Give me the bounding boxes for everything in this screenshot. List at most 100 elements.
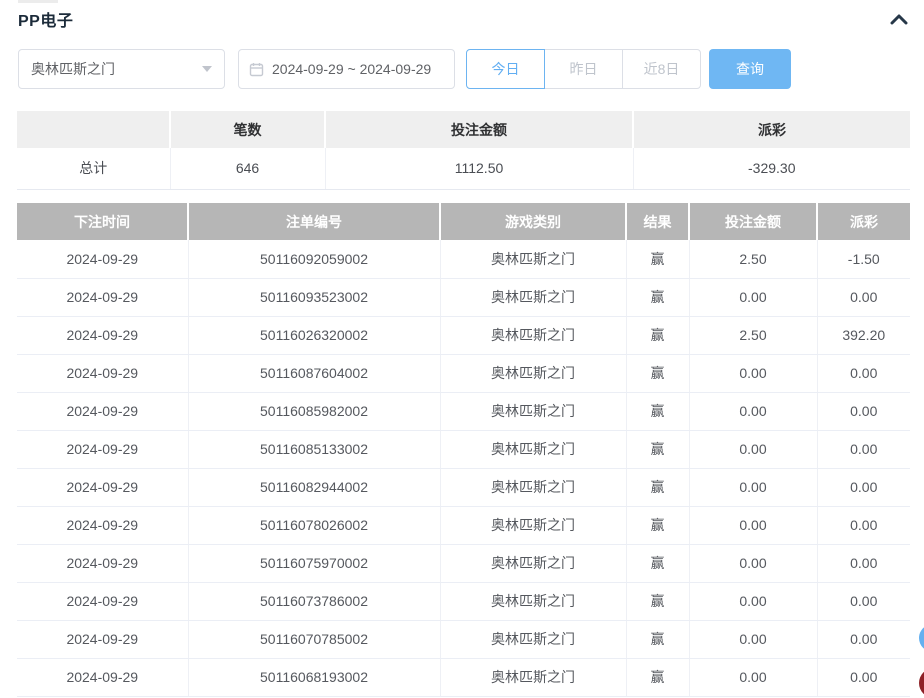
cell-game-category: 奥林匹斯之门 [440,354,627,393]
total-label: 总计 [17,148,171,190]
game-select[interactable]: 奥林匹斯之门 [18,49,225,89]
cell-bet-time: 2024-09-29 [17,392,189,431]
cell-bet-id: 50116093523002 [188,278,441,317]
table-row: 2024-09-29 50116092059002 奥林匹斯之门 赢 2.50 … [17,240,910,279]
page-title: PP电子 [18,13,74,30]
detail-header-bet-amount: 投注金额 [689,203,818,240]
cell-bet-amount: 0.00 [689,392,818,431]
quick-date-button-group: 今日 昨日 近8日 [466,49,701,89]
table-row: 2024-09-29 50116073786002 奥林匹斯之门 赢 0.00 … [17,582,910,621]
cell-bet-time: 2024-09-29 [17,240,189,279]
filter-bar: 奥林匹斯之门 2024-09-29 ~ 2024-09-29 今日 昨日 近8日… [18,49,791,89]
cell-bet-time: 2024-09-29 [17,658,189,697]
cell-bet-amount: 2.50 [689,316,818,355]
cell-bet-time: 2024-09-29 [17,430,189,469]
pp-games-panel: PP电子 奥林匹斯之门 2024-09-29 ~ 2024-09-29 今日 昨… [0,0,924,698]
summary-total-row: 总计 646 1112.50 -329.30 [17,148,910,190]
cell-bet-time: 2024-09-29 [17,506,189,545]
cell-result: 赢 [626,468,690,507]
table-row: 2024-09-29 50116070785002 奥林匹斯之门 赢 0.00 … [17,620,910,659]
summary-table: 笔数 投注金额 派彩 总计 646 1112.50 -329.30 [17,111,910,190]
last-8-days-button[interactable]: 近8日 [622,49,701,89]
cell-bet-amount: 0.00 [689,544,818,583]
cell-bet-amount: 0.00 [689,278,818,317]
cell-bet-id: 50116078026002 [188,506,441,545]
top-edge-fragment [18,0,58,3]
floating-button-blue-partial[interactable] [919,624,924,652]
calendar-icon [249,62,264,77]
cell-game-category: 奥林匹斯之门 [440,620,627,659]
cell-game-category: 奥林匹斯之门 [440,430,627,469]
cell-bet-id: 50116026320002 [188,316,441,355]
total-bet-amount: 1112.50 [325,148,634,190]
cell-bet-id: 50116082944002 [188,468,441,507]
table-row: 2024-09-29 50116075970002 奥林匹斯之门 赢 0.00 … [17,544,910,583]
cell-game-category: 奥林匹斯之门 [440,278,627,317]
cell-bet-amount: 0.00 [689,582,818,621]
cell-result: 赢 [626,316,690,355]
cell-payout: 0.00 [817,544,910,583]
cell-game-category: 奥林匹斯之门 [440,544,627,583]
summary-header-payout: 派彩 [633,111,910,148]
cell-bet-id: 50116092059002 [188,240,441,279]
detail-header-game-category: 游戏类别 [440,203,627,240]
cell-payout: 0.00 [817,506,910,545]
cell-bet-id: 50116087604002 [188,354,441,393]
summary-header-empty [17,111,171,148]
cell-bet-amount: 0.00 [689,354,818,393]
total-payout: -329.30 [633,148,910,190]
cell-bet-id: 50116075970002 [188,544,441,583]
cell-bet-id: 50116070785002 [188,620,441,659]
cell-game-category: 奥林匹斯之门 [440,658,627,697]
cell-game-category: 奥林匹斯之门 [440,392,627,431]
cell-payout: 0.00 [817,658,910,697]
cell-payout: 0.00 [817,582,910,621]
floating-button-red-partial[interactable] [919,668,924,698]
cell-payout: 0.00 [817,620,910,659]
cell-result: 赢 [626,278,690,317]
date-range-value: 2024-09-29 ~ 2024-09-29 [272,61,432,77]
cell-game-category: 奥林匹斯之门 [440,582,627,621]
cell-bet-id: 50116085982002 [188,392,441,431]
cell-bet-amount: 2.50 [689,240,818,279]
cell-result: 赢 [626,240,690,279]
cell-result: 赢 [626,544,690,583]
today-button[interactable]: 今日 [466,49,545,89]
table-row: 2024-09-29 50116085982002 奥林匹斯之门 赢 0.00 … [17,392,910,431]
search-button[interactable]: 查询 [709,49,791,89]
table-row: 2024-09-29 50116085133002 奥林匹斯之门 赢 0.00 … [17,430,910,469]
cell-bet-time: 2024-09-29 [17,316,189,355]
cell-game-category: 奥林匹斯之门 [440,316,627,355]
table-row: 2024-09-29 50116078026002 奥林匹斯之门 赢 0.00 … [17,506,910,545]
cell-result: 赢 [626,392,690,431]
summary-header-row: 笔数 投注金额 派彩 [17,111,910,148]
caret-down-icon [202,66,212,72]
cell-result: 赢 [626,430,690,469]
cell-bet-amount: 0.00 [689,506,818,545]
cell-game-category: 奥林匹斯之门 [440,468,627,507]
yesterday-button[interactable]: 昨日 [544,49,623,89]
collapse-chevron-up-icon[interactable] [888,10,910,28]
cell-payout: 0.00 [817,278,910,317]
cell-payout: -1.50 [817,240,910,279]
cell-result: 赢 [626,506,690,545]
detail-table: 下注时间 注单编号 游戏类别 结果 投注金额 派彩 2024-09-29 501… [17,203,910,697]
cell-bet-amount: 0.00 [689,468,818,507]
cell-bet-id: 50116085133002 [188,430,441,469]
game-select-value: 奥林匹斯之门 [31,61,115,77]
detail-header-bet-time: 下注时间 [17,203,189,240]
cell-payout: 0.00 [817,468,910,507]
cell-bet-amount: 0.00 [689,430,818,469]
table-row: 2024-09-29 50116082944002 奥林匹斯之门 赢 0.00 … [17,468,910,507]
cell-game-category: 奥林匹斯之门 [440,240,627,279]
date-range-input[interactable]: 2024-09-29 ~ 2024-09-29 [238,49,455,89]
table-row: 2024-09-29 50116026320002 奥林匹斯之门 赢 2.50 … [17,316,910,355]
panel-header: PP电子 [18,7,910,31]
cell-bet-time: 2024-09-29 [17,582,189,621]
cell-bet-time: 2024-09-29 [17,278,189,317]
cell-payout: 0.00 [817,354,910,393]
detail-header-row: 下注时间 注单编号 游戏类别 结果 投注金额 派彩 [17,203,910,240]
cell-bet-id: 50116073786002 [188,582,441,621]
table-row: 2024-09-29 50116068193002 奥林匹斯之门 赢 0.00 … [17,658,910,697]
cell-bet-amount: 0.00 [689,658,818,697]
